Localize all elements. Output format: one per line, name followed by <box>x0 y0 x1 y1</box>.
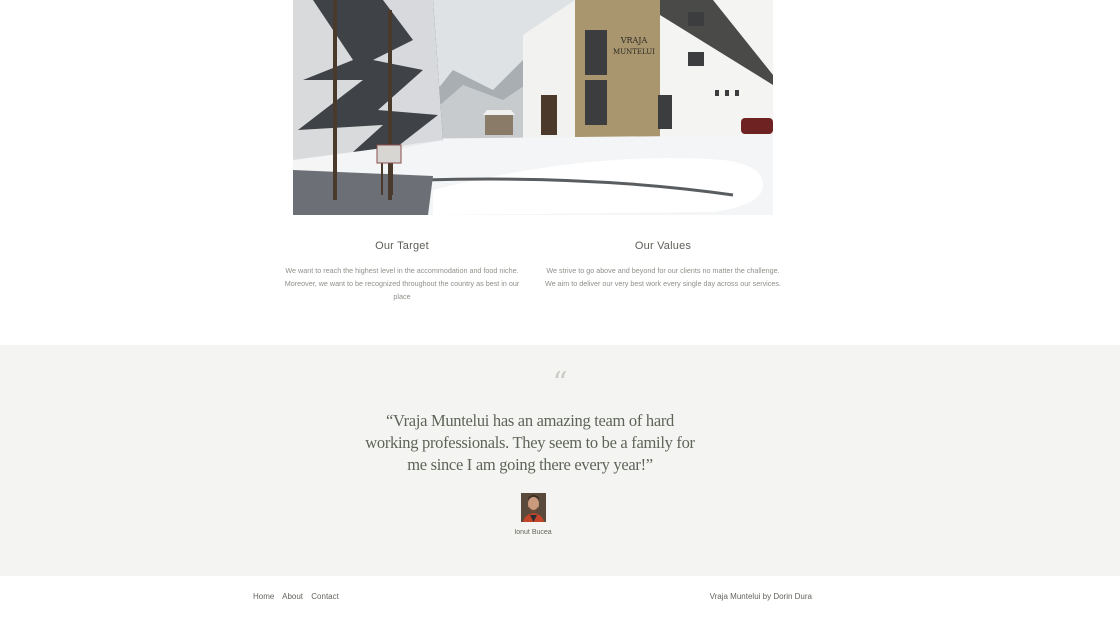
building-sign-text: VRAJA <box>620 36 648 45</box>
our-target-text: We want to reach the highest level in th… <box>284 266 520 301</box>
our-values-title: Our Values <box>634 240 692 252</box>
testimonial-quote: “Vraja Muntelui has an amazing team of h… <box>365 411 695 474</box>
footer-link-home[interactable]: Home <box>253 592 274 601</box>
our-values-text: We strive to go above and beyond for our… <box>545 266 781 288</box>
testimonial-author: Ionut Bucea <box>514 529 552 536</box>
footer-nav: Home About Contact <box>253 592 345 601</box>
avatar <box>521 493 546 522</box>
our-target-title: Our Target <box>375 240 429 252</box>
quote-icon: “ <box>552 366 568 401</box>
hotel-photo: VRAJA MUNTELUI <box>293 0 773 215</box>
avatar-portrait <box>521 493 546 522</box>
our-values-section: Our Values We strive to go above and bey… <box>545 240 781 290</box>
hotel-photo-illustration: VRAJA MUNTELUI <box>293 0 773 215</box>
footer-link-about[interactable]: About <box>282 592 303 601</box>
testimonial-section: “ “Vraja Muntelui has an amazing team of… <box>0 345 1120 576</box>
svg-text:MUNTELUI: MUNTELUI <box>613 48 655 56</box>
our-target-section: Our Target We want to reach the highest … <box>284 240 520 303</box>
page: VRAJA MUNTELUI Our Target We want to rea… <box>0 0 1120 617</box>
footer-credit: Vraja Muntelui by Dorin Dura <box>709 592 812 601</box>
footer-link-contact[interactable]: Contact <box>311 592 339 601</box>
